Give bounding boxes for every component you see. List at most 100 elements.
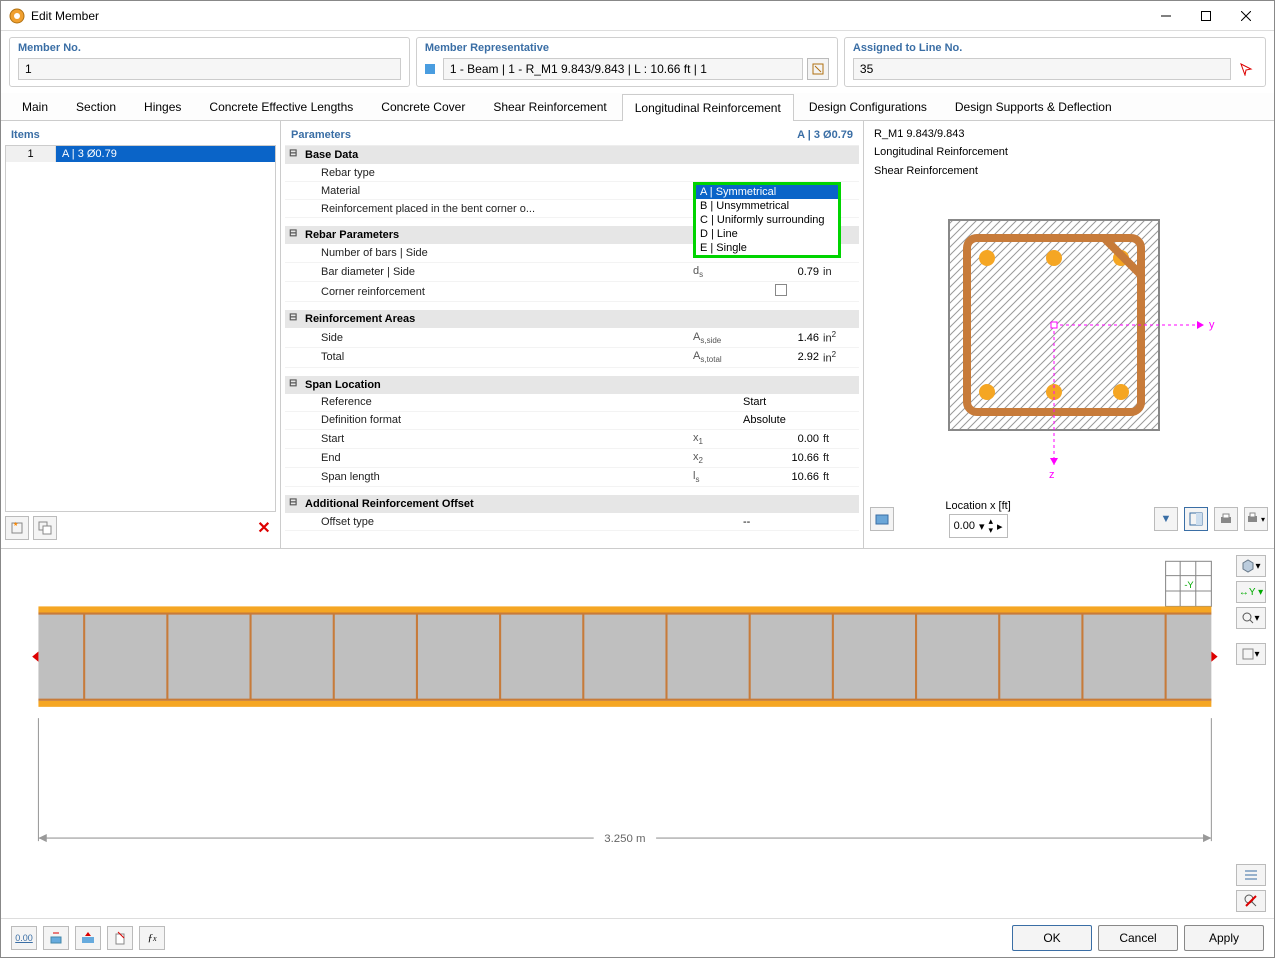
footer: 0.00 ƒx OK Cancel Apply [1, 918, 1274, 957]
apply-button[interactable]: Apply [1184, 925, 1264, 951]
tool-1-button[interactable] [43, 926, 69, 950]
view-3d-button[interactable]: ▾ [1236, 555, 1266, 577]
member-no-label: Member No. [18, 42, 401, 54]
print-dropdown-button[interactable]: ▾ [1244, 507, 1268, 531]
parameters-summary: A | 3 Ø0.79 [797, 129, 853, 141]
param-area-total: Total As,total 2.92 in2 [285, 348, 859, 368]
axis-y-button[interactable]: ↔Y ▾ [1236, 581, 1266, 603]
location-input[interactable]: 0.00 ▾ ▴▾ ▸ [949, 514, 1008, 538]
dropdown-option[interactable]: B | Unsymmetrical [696, 199, 838, 213]
ok-button[interactable]: OK [1012, 925, 1092, 951]
tool-2-button[interactable] [75, 926, 101, 950]
beam-view: -Y [1, 548, 1274, 918]
rebar-type-dropdown[interactable]: A | SymmetricalB | UnsymmetricalC | Unif… [693, 182, 841, 258]
param-corner-reinforcement[interactable]: Corner reinforcement [285, 282, 859, 302]
param-start[interactable]: Start x1 0.00 ft [285, 430, 859, 449]
member-no-cell: Member No. [9, 37, 410, 87]
header-row: Member No. Member Representative Assigne… [1, 31, 1274, 93]
group-offset[interactable]: Additional Reinforcement Offset [285, 495, 859, 513]
param-bar-diameter[interactable]: Bar diameter | Side ds 0.79 in [285, 263, 859, 282]
view-option-button[interactable]: ▾ [1236, 643, 1266, 665]
svg-text:-Y: -Y [1184, 580, 1193, 590]
list-button[interactable] [1236, 864, 1266, 886]
tool-3-button[interactable] [107, 926, 133, 950]
beam-tools: ▾ ↔Y ▾ ▾ ▾ [1228, 549, 1274, 918]
delete-item-button[interactable]: ✕ [252, 516, 276, 540]
tab-design-supports-deflection[interactable]: Design Supports & Deflection [942, 93, 1125, 120]
location-label: Location x [ft] [945, 500, 1010, 512]
tab-shear-reinforcement[interactable]: Shear Reinforcement [480, 93, 619, 120]
tab-main[interactable]: Main [9, 93, 61, 120]
item-text: A | 3 Ø0.79 [56, 146, 275, 162]
units-button[interactable]: 0.00 [11, 926, 37, 950]
items-list: 1 A | 3 Ø0.79 [5, 145, 276, 512]
parameters-panel: Parameters A | 3 Ø0.79 Base Data Rebar t… [281, 121, 864, 548]
param-area-side: Side As,side 1.46 in2 [285, 328, 859, 348]
tab-concrete-cover[interactable]: Concrete Cover [368, 93, 478, 120]
assigned-pick-button[interactable] [1235, 58, 1257, 80]
group-reinforcement-areas[interactable]: Reinforcement Areas [285, 310, 859, 328]
param-end[interactable]: End x2 10.66 ft [285, 449, 859, 468]
representative-label: Member Representative [425, 42, 829, 54]
beam-dimension: 3.250 m [604, 833, 645, 845]
dropdown-option[interactable]: A | Symmetrical [696, 185, 838, 199]
dropdown-option[interactable]: D | Line [696, 227, 838, 241]
tab-concrete-effective-lengths[interactable]: Concrete Effective Lengths [196, 93, 366, 120]
tab-design-configurations[interactable]: Design Configurations [796, 93, 940, 120]
tab-hinges[interactable]: Hinges [131, 93, 194, 120]
function-button[interactable]: ƒx [139, 926, 165, 950]
group-base-data[interactable]: Base Data [285, 146, 859, 164]
preview-line2: Longitudinal Reinforcement [870, 143, 1268, 161]
item-num: 1 [6, 146, 56, 162]
list-item[interactable]: 1 A | 3 Ø0.79 [6, 146, 275, 162]
color-swatch [425, 64, 435, 74]
new-item-button[interactable]: ★ [5, 516, 29, 540]
param-definition-format[interactable]: Definition format Absolute [285, 412, 859, 430]
copy-item-button[interactable] [33, 516, 57, 540]
maximize-button[interactable] [1186, 2, 1226, 30]
tabs: MainSectionHingesConcrete Effective Leng… [1, 93, 1274, 121]
stepper-icon[interactable]: ▴▾ [989, 517, 994, 535]
main-area: Items 1 A | 3 Ø0.79 ★ ✕ Parameters A | 3… [1, 121, 1274, 548]
filter-button[interactable]: ▼ [1154, 507, 1178, 531]
print-button[interactable] [1214, 507, 1238, 531]
items-panel: Items 1 A | 3 Ø0.79 ★ ✕ [1, 121, 281, 548]
representative-edit-button[interactable] [807, 58, 829, 80]
close-button[interactable] [1226, 2, 1266, 30]
window-title: Edit Member [31, 9, 1146, 23]
member-no-input[interactable] [18, 58, 401, 80]
corner-checkbox[interactable] [775, 284, 787, 296]
preview-line1: R_M1 9.843/9.843 [870, 125, 1268, 143]
param-offset-type[interactable]: Offset type -- [285, 513, 859, 531]
zoom-button[interactable]: ▾ [1236, 607, 1266, 629]
parameters-body: Base Data Rebar type A | Symmetrical Mat… [285, 145, 859, 544]
minimize-button[interactable] [1146, 2, 1186, 30]
arrow-right-icon[interactable]: ▸ [997, 520, 1003, 533]
tab-section[interactable]: Section [63, 93, 129, 120]
preview-toolbar: Location x [ft] 0.00 ▾ ▴▾ ▸ ▼ ▾ [870, 494, 1268, 544]
dropdown-option[interactable]: E | Single [696, 241, 838, 255]
preview-line3: Shear Reinforcement [870, 162, 1268, 180]
items-toolbar: ★ ✕ [5, 512, 276, 544]
group-span-location[interactable]: Span Location [285, 376, 859, 394]
cancel-button[interactable]: Cancel [1098, 925, 1178, 951]
representative-cell: Member Representative [416, 37, 838, 87]
assigned-input[interactable] [853, 58, 1231, 80]
preview-refresh-button[interactable] [870, 507, 894, 531]
items-header: Items [5, 125, 276, 145]
view-mode-button[interactable] [1184, 507, 1208, 531]
representative-input[interactable] [443, 58, 803, 80]
dropdown-option[interactable]: C | Uniformly surrounding [696, 213, 838, 227]
preview-panel: R_M1 9.843/9.843 Longitudinal Reinforcem… [864, 121, 1274, 548]
tab-longitudinal-reinforcement[interactable]: Longitudinal Reinforcement [622, 94, 794, 121]
param-span-length[interactable]: Span length ls 10.66 ft [285, 468, 859, 487]
search-disable-button[interactable] [1236, 890, 1266, 912]
titlebar: Edit Member [1, 1, 1274, 31]
svg-text:★: ★ [13, 521, 18, 528]
assigned-label: Assigned to Line No. [853, 42, 1257, 54]
param-reference[interactable]: Reference Start [285, 394, 859, 412]
svg-text:y: y [1209, 319, 1215, 331]
param-rebar-type[interactable]: Rebar type A | Symmetrical [285, 164, 859, 182]
app-icon [9, 8, 25, 24]
assigned-cell: Assigned to Line No. [844, 37, 1266, 87]
